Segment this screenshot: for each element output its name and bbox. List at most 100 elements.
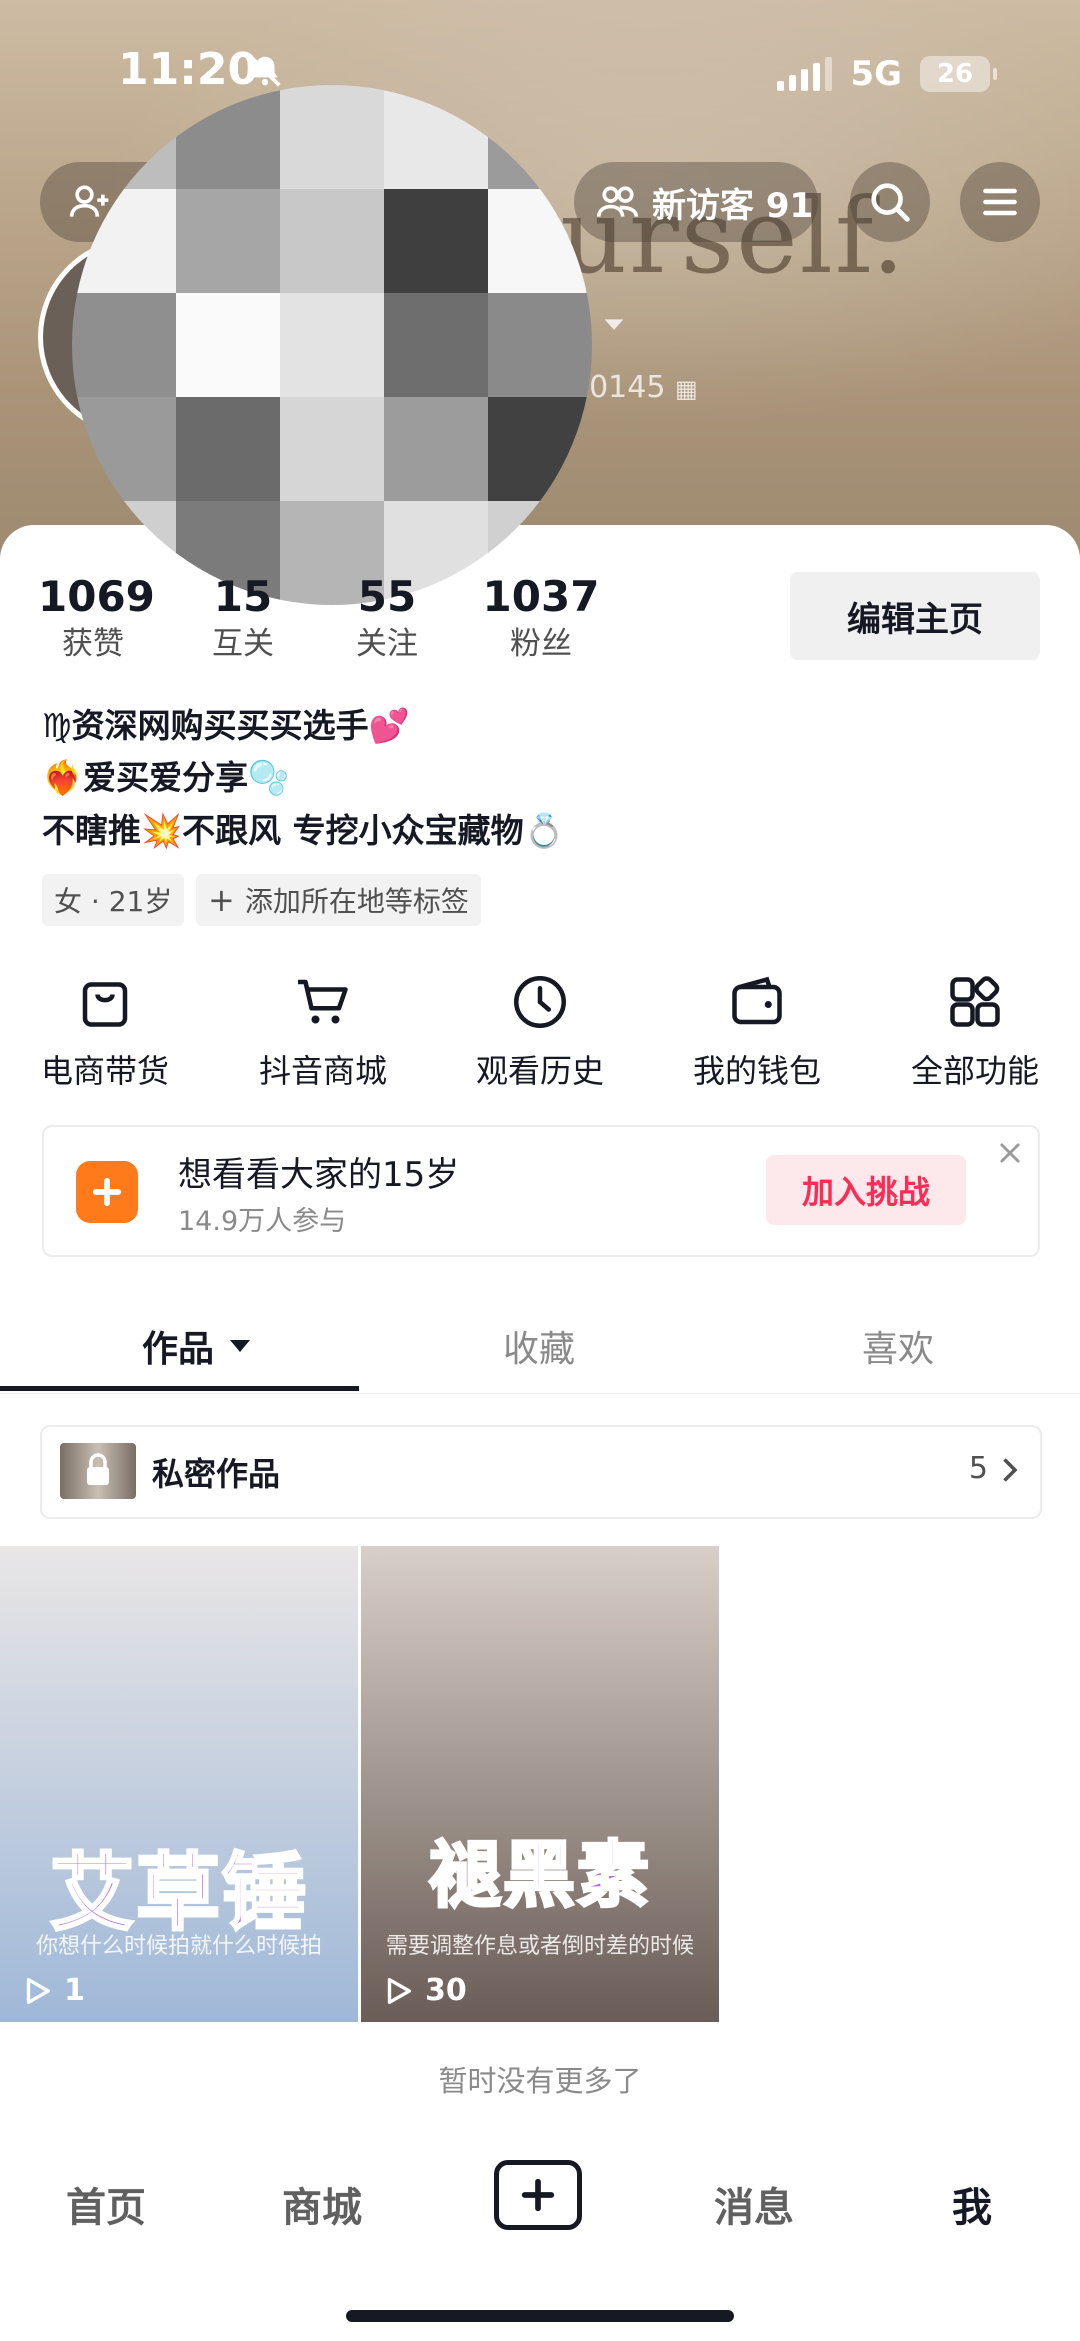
tab-favorites[interactable]: 收藏 — [503, 1320, 575, 1372]
shopping-bag-icon — [82, 982, 128, 1027]
stat-following[interactable]: 55 关注 — [332, 572, 442, 666]
mosaic-cell — [280, 85, 384, 189]
play-count: 30 — [381, 1973, 467, 2008]
mosaic-cell — [384, 397, 488, 501]
private-works-thumbnail — [60, 1443, 136, 1499]
play-count-value: 30 — [425, 1973, 467, 2008]
video-thumbnail[interactable]: 褪黑素 需要调整作息或者倒时差的时候 30 — [361, 1546, 719, 2022]
gender-age-tag: 女 · 21岁 — [42, 874, 185, 926]
mosaic-cell — [280, 293, 384, 397]
visitors-button[interactable]: 新访客 91 — [574, 162, 818, 242]
create-button[interactable] — [494, 2160, 582, 2230]
stat-value: 15 — [213, 572, 273, 621]
challenge-icon — [76, 1161, 138, 1223]
function-mall[interactable]: 抖音商城 — [238, 972, 408, 1092]
add-tag-label: 添加所在地等标签 — [244, 885, 469, 918]
network-type: 5G — [850, 54, 902, 94]
tab-likes[interactable]: 喜欢 — [862, 1320, 934, 1372]
video-caption: 需要调整作息或者倒时差的时候 — [385, 1934, 694, 1959]
stat-value: 1069 — [38, 572, 155, 621]
plus-icon — [521, 2178, 555, 2212]
play-icon — [26, 1977, 51, 2004]
mute-bell-icon — [246, 52, 284, 94]
status-time: 11:20 — [118, 44, 259, 95]
video-thumbnail[interactable]: 艾草锤 你想什么时候拍就什么时候拍 1 — [0, 1546, 358, 2022]
video-title: 褪黑素 — [427, 1832, 651, 1919]
mosaic-cell — [72, 293, 176, 397]
nav-me[interactable]: 我 — [952, 2175, 992, 2233]
cart-icon — [298, 979, 348, 1024]
battery-level: 26 — [936, 59, 974, 89]
close-icon[interactable] — [996, 1139, 1024, 1171]
tab-label: 作品 — [142, 1329, 215, 1370]
mosaic-cell — [280, 189, 384, 293]
active-tab-indicator — [0, 1386, 359, 1391]
mosaic-cell — [384, 293, 488, 397]
function-label: 我的钱包 — [692, 1052, 821, 1090]
mosaic-cell — [176, 293, 280, 397]
challenge-title: 想看看大家的15岁 — [178, 1155, 460, 1195]
home-indicator — [346, 2310, 734, 2322]
search-icon — [871, 183, 910, 222]
function-history[interactable]: 观看历史 — [455, 972, 625, 1092]
chevron-down-icon[interactable] — [600, 312, 628, 340]
qr-code-icon: ▦ — [674, 375, 698, 403]
join-challenge-button[interactable]: 加入挑战 — [766, 1155, 966, 1225]
privacy-mosaic — [72, 85, 592, 605]
visitors-icon — [596, 186, 639, 217]
stat-mutual[interactable]: 15 互关 — [188, 572, 298, 666]
menu-button[interactable] — [960, 162, 1040, 242]
play-count-value: 1 — [64, 1973, 85, 2008]
bio-line: ❤️‍🔥爱买爱分享🫧 — [42, 758, 290, 797]
visitors-label: 新访客 91 — [652, 185, 814, 226]
signal-icon — [777, 57, 833, 91]
menu-icon — [983, 188, 1017, 216]
plus-icon: + — [208, 881, 235, 919]
nav-messages[interactable]: 消息 — [714, 2175, 794, 2233]
private-works-count: 5 — [968, 1451, 988, 1486]
stat-value: 1037 — [482, 572, 600, 621]
function-label: 抖音商城 — [258, 1052, 387, 1090]
tab-divider — [0, 1393, 1080, 1394]
stat-label: 粉丝 — [510, 626, 572, 662]
function-label: 电商带货 — [40, 1052, 169, 1090]
no-more-text: 暂时没有更多了 — [438, 2064, 642, 2098]
tab-works[interactable]: 作品 — [142, 1320, 252, 1372]
stat-likes[interactable]: 1069 获赞 — [38, 572, 155, 666]
stat-label: 互关 — [212, 626, 274, 662]
chevron-right-icon — [998, 1455, 1020, 1489]
add-tag-button[interactable]: + 添加所在地等标签 — [196, 874, 481, 926]
nav-home[interactable]: 首页 — [66, 2175, 146, 2233]
clock-icon — [514, 976, 566, 1028]
bio-line: 不瞎推💥不跟风 专挖小众宝藏物💍 — [42, 811, 565, 850]
private-works-row[interactable]: 私密作品 5 — [40, 1425, 1042, 1519]
mosaic-cell — [176, 397, 280, 501]
function-label: 全部功能 — [910, 1052, 1039, 1090]
edit-profile-button[interactable]: 编辑主页 — [790, 572, 1040, 660]
stat-label: 关注 — [356, 626, 418, 662]
stat-followers[interactable]: 1037 粉丝 — [482, 572, 600, 666]
mosaic-cell — [488, 293, 592, 397]
function-all[interactable]: 全部功能 — [890, 972, 1060, 1092]
mosaic-cell — [176, 189, 280, 293]
challenge-participants: 14.9万人参与 — [178, 1206, 347, 1237]
function-wallet[interactable]: 我的钱包 — [672, 972, 842, 1092]
mosaic-cell — [280, 397, 384, 501]
wallet-icon — [732, 976, 782, 1025]
mosaic-cell — [384, 189, 488, 293]
function-label: 观看历史 — [475, 1052, 604, 1090]
lock-icon — [87, 1453, 109, 1485]
function-ecommerce[interactable]: 电商带货 — [20, 972, 190, 1092]
play-icon — [387, 1977, 412, 2004]
bio-line: ♍资深网购买买买选手💕 — [42, 706, 410, 745]
stat-value: 55 — [357, 572, 417, 621]
video-caption: 你想什么时候拍就什么时候拍 — [35, 1934, 322, 1959]
status-indicators: 5G 26 — [777, 50, 997, 98]
search-button[interactable] — [850, 162, 930, 242]
battery-icon: 26 — [920, 56, 997, 92]
challenge-card[interactable]: 想看看大家的15岁 14.9万人参与 加入挑战 — [42, 1125, 1040, 1257]
grid-icon — [950, 976, 1000, 1027]
caret-down-icon — [230, 1340, 251, 1352]
play-count: 1 — [20, 1973, 85, 2008]
nav-mall[interactable]: 商城 — [282, 2175, 362, 2233]
